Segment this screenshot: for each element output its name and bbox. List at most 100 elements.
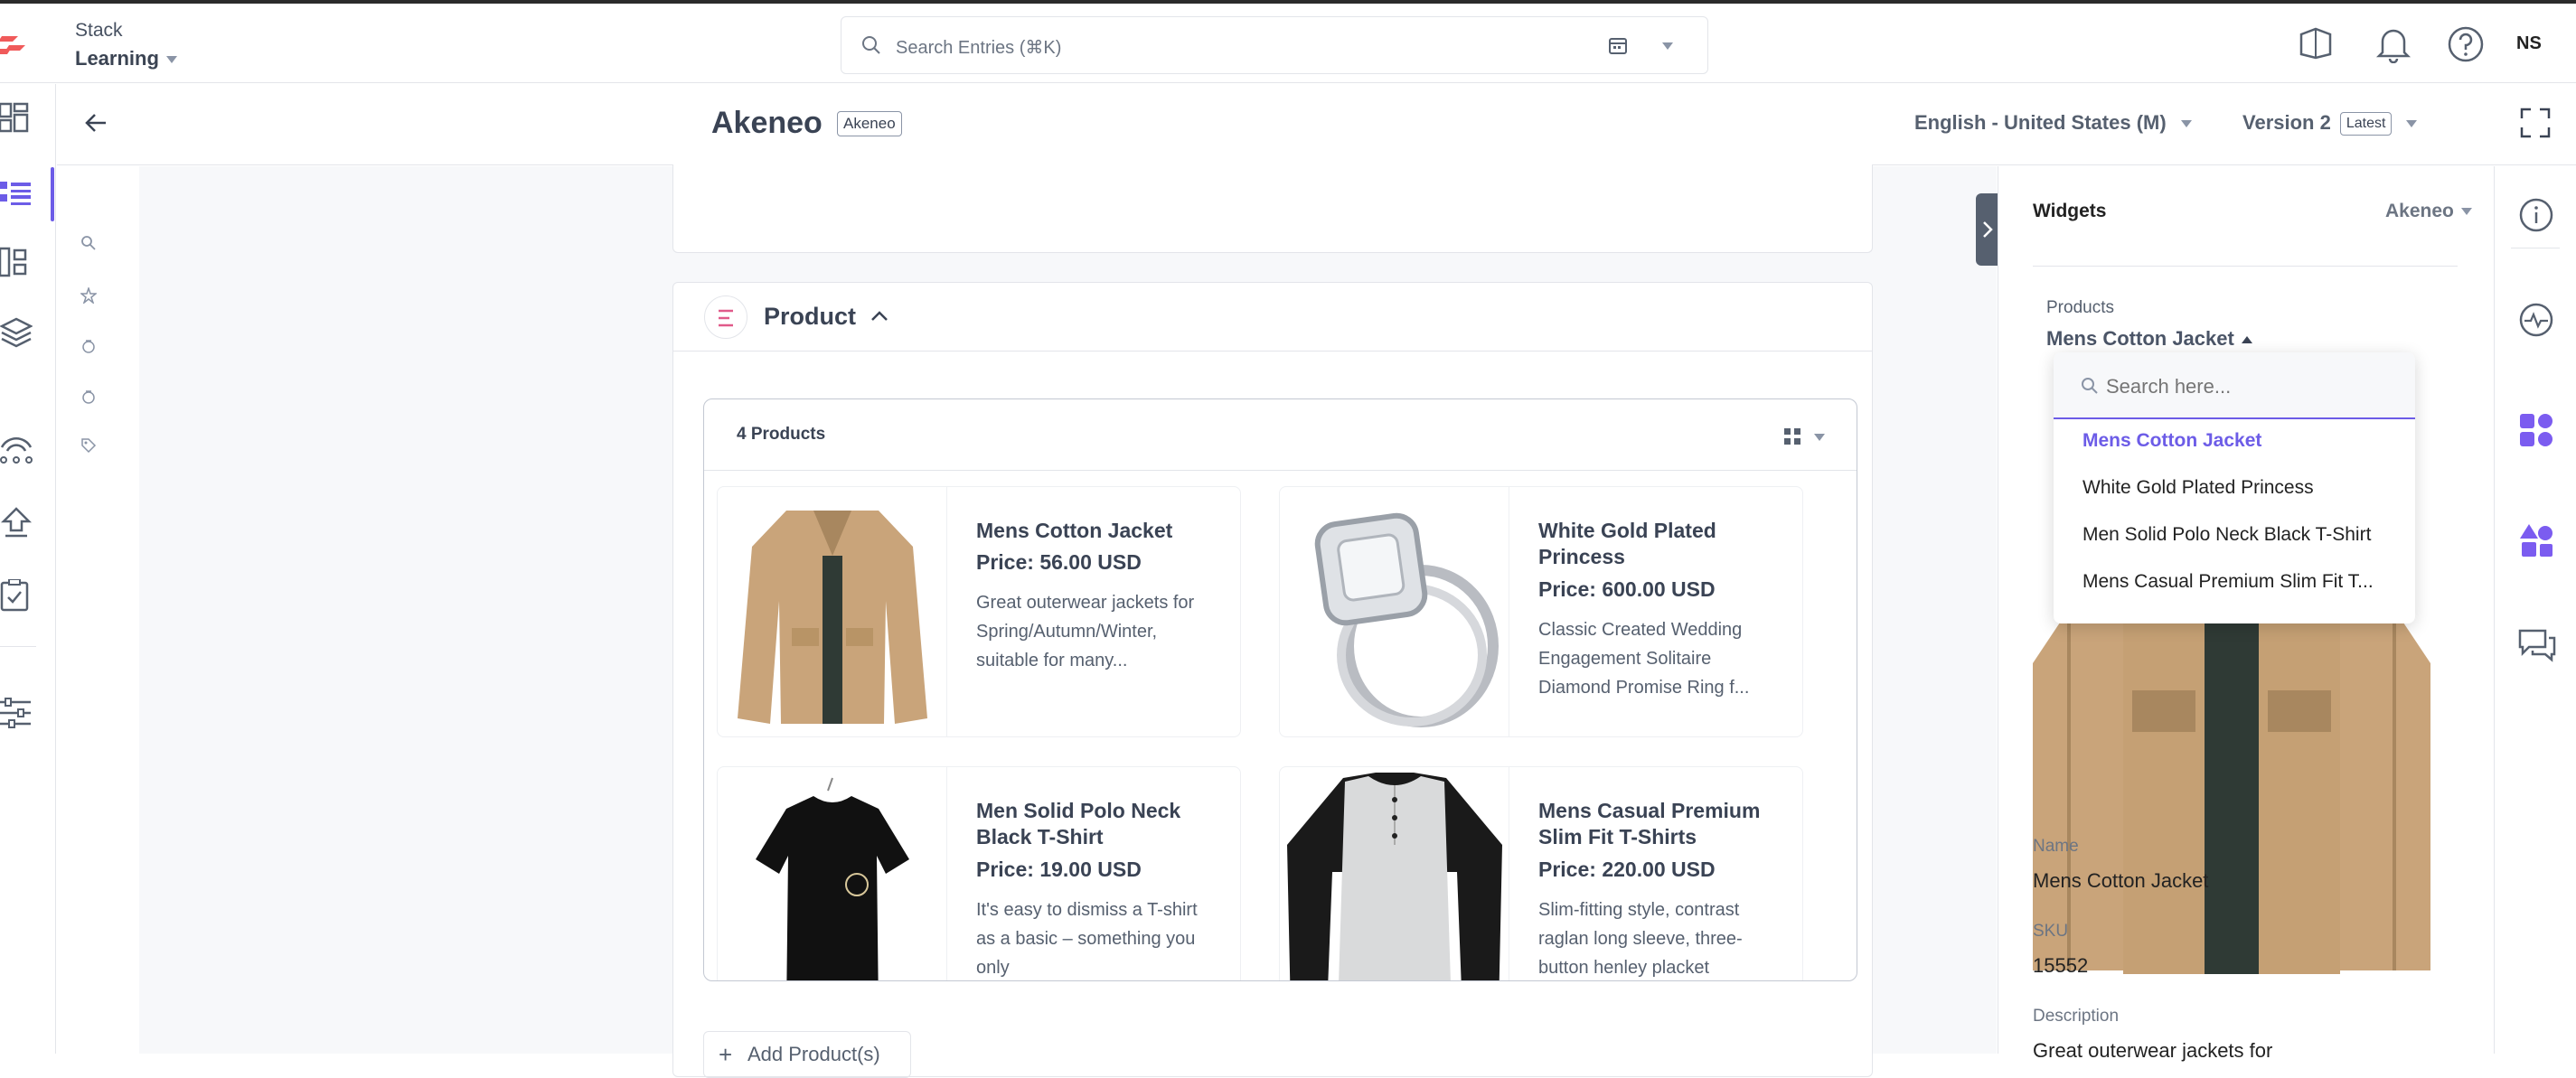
global-search[interactable]: Search Entries (⌘K): [841, 16, 1708, 74]
widgets-grid-icon[interactable]: [2518, 412, 2554, 448]
grid-view-icon[interactable]: [1782, 427, 1804, 448]
description-label: Description: [2033, 1007, 2120, 1026]
products-count: 4 Products: [737, 425, 826, 444]
product-name: Mens Cotton Jacket: [976, 519, 1173, 542]
contentstack-logo[interactable]: [0, 31, 31, 58]
assets-icon[interactable]: [0, 317, 33, 350]
search-icon: [862, 36, 880, 54]
shapes-icon[interactable]: [2518, 522, 2554, 558]
chevron-down-icon: [2460, 208, 2472, 216]
widget-selector-label: Akeneo: [2385, 201, 2454, 221]
settings-sliders-icon[interactable]: [0, 697, 33, 729]
dropdown-search: [2054, 352, 2415, 419]
extension-icon[interactable]: [80, 389, 97, 405]
product-description: Classic Created Wedding Engagement Solit…: [1538, 620, 1750, 698]
product-name: Men Solid Polo Neck Black T-Shirt: [976, 799, 1181, 848]
product-description: It's easy to dismiss a T-shirt as a basi…: [976, 900, 1198, 978]
nav-divider: [0, 646, 36, 647]
academy-icon[interactable]: [2298, 25, 2334, 61]
tag-icon[interactable]: [80, 437, 97, 454]
widgets-title: Widgets: [2033, 201, 2107, 221]
products-list: 4 Products Mens Cotton Jacket Price: 56.…: [703, 398, 1857, 981]
left-nav: [0, 84, 56, 1054]
product-image-black-tshirt: [723, 773, 942, 980]
search-icon[interactable]: [80, 235, 97, 251]
entry-title: Akeneo: [711, 106, 823, 140]
help-icon[interactable]: [2447, 25, 2485, 63]
right-rail: [2494, 166, 2576, 1054]
product-description: Slim-fitting style, contrast raglan long…: [1538, 900, 1743, 978]
activity-icon[interactable]: [2518, 302, 2554, 338]
widget-selector[interactable]: Akeneo: [2385, 201, 2472, 222]
branch-label: Learning: [75, 47, 159, 70]
products-label: Products: [2046, 298, 2114, 317]
info-icon[interactable]: [2518, 197, 2554, 233]
list-icon: [719, 309, 733, 327]
dropdown-option[interactable]: Men Solid Polo Neck Black T-Shirt: [2082, 524, 2371, 546]
dropdown-option[interactable]: Mens Casual Premium Slim Fit T...: [2082, 571, 2374, 593]
dropdown-search-input[interactable]: [2106, 372, 2395, 401]
collapse-panel-button[interactable]: [1976, 193, 1999, 266]
branch-selector[interactable]: Learning: [75, 47, 177, 70]
chevron-down-icon: [2180, 120, 2192, 128]
product-selector[interactable]: Mens Cotton Jacket: [2046, 327, 2252, 351]
product-price: Price: 19.00 USD: [976, 858, 1142, 881]
name-label: Name: [2033, 837, 2079, 856]
star-icon[interactable]: [80, 287, 97, 304]
tasks-icon[interactable]: [0, 579, 33, 612]
tile-divider: [946, 487, 947, 736]
product-tile[interactable]: White Gold Plated Princess Price: 600.00…: [1279, 486, 1803, 737]
fullscreen-icon[interactable]: [2520, 108, 2551, 138]
chevron-down-icon[interactable]: [1814, 434, 1825, 441]
product-field-header: Product: [673, 283, 1872, 352]
product-description: Great outerwear jackets for Spring/Autum…: [976, 593, 1195, 670]
sku-value: 15552: [2033, 954, 2089, 977]
version-selector[interactable]: Version 2 Latest: [2242, 111, 2418, 136]
plus-icon: +: [719, 1041, 733, 1068]
user-avatar[interactable]: NS: [2516, 33, 2542, 54]
name-value: Mens Cotton Jacket: [2033, 869, 2209, 892]
add-products-label: Add Product(s): [747, 1043, 880, 1065]
product-tile[interactable]: Mens Cotton Jacket Price: 56.00 USD Grea…: [717, 486, 1241, 737]
webhooks-icon[interactable]: [0, 435, 33, 467]
sku-label: SKU: [2033, 922, 2069, 941]
chevron-down-icon: [165, 56, 177, 64]
dropdown-option[interactable]: Mens Cotton Jacket: [2082, 430, 2261, 452]
product-image-jacket: [723, 492, 942, 733]
product-price: Price: 56.00 USD: [976, 550, 1142, 574]
entry-toolbar: Akeneo Akeneo English - United States (M…: [57, 84, 2576, 165]
product-tile[interactable]: Men Solid Polo Neck Black T-Shirt Price:…: [717, 766, 1241, 980]
content-models-icon[interactable]: [0, 247, 33, 279]
chevron-down-icon: [2406, 120, 2418, 128]
product-name: White Gold Plated Princess: [1538, 519, 1716, 568]
calendar-icon[interactable]: [1608, 35, 1628, 55]
dropdown-option[interactable]: White Gold Plated Princess: [2082, 477, 2314, 499]
stack-name: Stack: [75, 20, 123, 41]
bell-icon[interactable]: [2375, 25, 2411, 63]
product-dropdown: Mens Cotton Jacket White Gold Plated Pri…: [2054, 352, 2415, 623]
product-image-ring: [1285, 492, 1504, 733]
content-type-tag: Akeneo: [837, 111, 902, 136]
comments-icon[interactable]: [2518, 627, 2556, 663]
product-price: Price: 220.00 USD: [1538, 858, 1716, 881]
locale-selector[interactable]: English - United States (M): [1914, 111, 2192, 135]
dashboard-icon[interactable]: [0, 102, 33, 135]
back-arrow-icon[interactable]: [84, 111, 108, 135]
entries-icon[interactable]: [0, 178, 33, 211]
chevron-up-icon[interactable]: [870, 308, 889, 323]
add-products-button[interactable]: + Add Product(s): [703, 1031, 911, 1078]
extension-icon[interactable]: [80, 338, 97, 354]
tile-divider: [946, 767, 947, 980]
product-name: Mens Casual Premium Slim Fit T-Shirts: [1538, 799, 1761, 848]
chevron-down-icon[interactable]: [1662, 42, 1673, 50]
latest-badge: Latest: [2339, 112, 2393, 136]
chevron-up-icon: [2241, 336, 2252, 344]
product-field-card: Product 4 Products Mens Cotton Jacket Pr…: [672, 282, 1873, 1078]
product-price: Price: 600.00 USD: [1538, 577, 1716, 601]
divider: [704, 470, 1857, 471]
entry-editor-canvas: Product 4 Products Mens Cotton Jacket Pr…: [139, 164, 1997, 1078]
search-icon: [2082, 378, 2098, 394]
publish-icon[interactable]: [0, 507, 33, 539]
app-header: Stack Learning Search Entries (⌘K) NS: [0, 4, 2576, 83]
product-tile[interactable]: Mens Casual Premium Slim Fit T-Shirts Pr…: [1279, 766, 1803, 980]
